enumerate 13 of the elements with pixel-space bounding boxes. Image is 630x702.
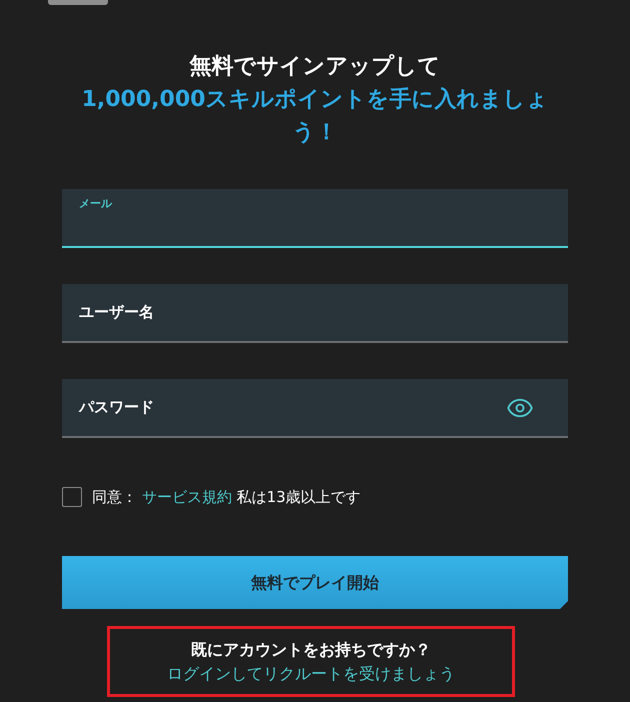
skill-points-heading: 1,000,000スキルポイントを手に入れましょう！	[80, 86, 550, 147]
play-free-button[interactable]: 無料でプレイ開始	[62, 556, 568, 609]
consent-label: 同意：	[92, 488, 137, 506]
checkbox[interactable]	[62, 487, 82, 507]
signup-heading: 無料でサインアップして	[190, 53, 440, 81]
login-link[interactable]: ログインしてリクルートを受けましょう	[167, 662, 455, 686]
age-statement: 私は13歳以上です	[236, 488, 361, 506]
account-question: 既にアカウントをお持ちですか？	[191, 638, 431, 660]
input-field[interactable]: ユーザー名	[62, 284, 568, 343]
password-field[interactable]: パスワード	[62, 379, 568, 438]
input-field[interactable]: メール	[62, 189, 568, 248]
logo-icon	[48, 0, 108, 5]
terms-link[interactable]: サービス規約	[142, 488, 232, 506]
